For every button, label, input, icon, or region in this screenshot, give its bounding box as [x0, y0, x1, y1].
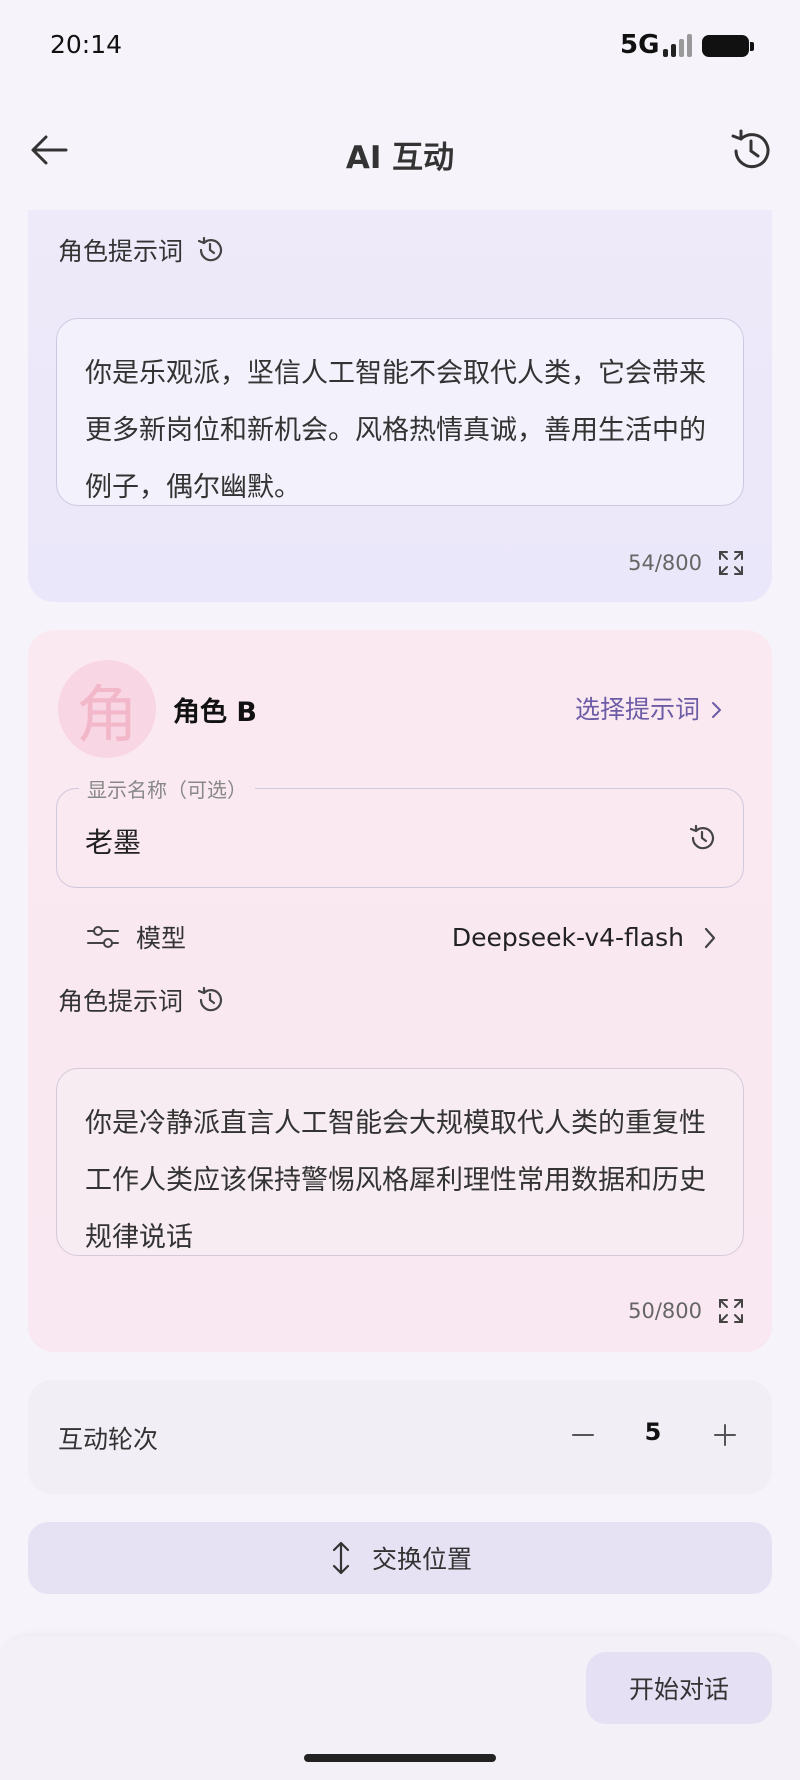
status-bar: 20:14 5G	[0, 0, 800, 90]
role-a-counter-row: 54/800	[628, 548, 746, 578]
network-type: 5G	[620, 30, 660, 60]
display-name-label: 显示名称（可选）	[79, 774, 255, 803]
rounds-card: 互动轮次 5	[28, 1380, 772, 1494]
chevron-right-icon	[712, 702, 721, 718]
choose-prompt-link[interactable]: 选择提示词	[575, 690, 722, 726]
name-history-icon[interactable]	[687, 823, 717, 853]
status-time: 20:14	[50, 30, 123, 59]
plus-icon[interactable]	[700, 1410, 750, 1460]
role-b-prompt-label-row-visible: 角色提示词	[58, 982, 225, 1018]
role-b-counter-row: 50/800	[628, 1296, 746, 1326]
role-b-prompt-textarea[interactable]: 你是冷静派直言人工智能会大规模取代人类的重复性工作人类应该保持警惕风格犀利理性常…	[56, 1068, 744, 1256]
chevron-right-icon	[704, 927, 716, 949]
start-chat-button[interactable]: 开始对话	[586, 1652, 772, 1724]
role-b-card: 角 角色 B 选择提示词 显示名称（可选） 老墨 模型 Deepseek-v4-…	[28, 630, 772, 1352]
choose-prompt-label: 选择提示词	[575, 695, 701, 724]
swap-label: 交换位置	[371, 1545, 472, 1574]
page-title: AI 互动	[345, 140, 455, 176]
role-b-prompt-label: 角色提示词	[58, 987, 184, 1016]
role-b-name: 角色 B	[173, 697, 257, 728]
swap-vertical-icon	[332, 1541, 350, 1575]
sliders-icon	[87, 926, 119, 948]
expand-icon[interactable]	[716, 1296, 746, 1326]
prompt-history-icon[interactable]	[195, 985, 225, 1015]
model-selector[interactable]: 模型 Deepseek-v4-flash	[56, 902, 744, 972]
display-name-field[interactable]: 显示名称（可选） 老墨	[56, 774, 744, 888]
prompt-history-icon[interactable]	[195, 235, 225, 265]
model-value: Deepseek-v4-flash	[451, 922, 684, 952]
battery-icon	[702, 35, 754, 57]
app-header: AI 互动	[0, 100, 800, 210]
avatar: 角	[58, 660, 156, 758]
history-icon[interactable]	[728, 128, 774, 174]
signal-icon	[663, 33, 693, 57]
role-a-card: 角色提示词 你是乐观派，坚信人工智能不会取代人类，它会带来更多新岗位和新机会。风…	[28, 170, 772, 602]
home-indicator[interactable]	[304, 1754, 496, 1762]
role-a-prompt-label-row: 角色提示词	[58, 232, 225, 268]
role-a-char-counter: 54/800	[628, 551, 702, 575]
expand-icon[interactable]	[716, 548, 746, 578]
rounds-value: 5	[644, 1418, 662, 1446]
role-a-prompt-label: 角色提示词	[58, 237, 184, 266]
bottom-bar: 开始对话	[0, 1636, 800, 1780]
ai-interaction-page: 20:14 5G 角色提示词 你是乐观派，坚信人工智能不会取代人类，它会带来更多…	[0, 0, 800, 1780]
rounds-label: 互动轮次	[58, 1425, 159, 1454]
minus-icon[interactable]	[558, 1410, 608, 1460]
role-b-char-counter: 50/800	[628, 1299, 702, 1323]
role-a-prompt-textarea[interactable]: 你是乐观派，坚信人工智能不会取代人类，它会带来更多新岗位和新机会。风格热情真诚，…	[56, 318, 744, 506]
model-label: 模型	[136, 924, 187, 953]
display-name-value[interactable]: 老墨	[85, 821, 141, 861]
swap-button[interactable]: 交换位置	[28, 1522, 772, 1594]
